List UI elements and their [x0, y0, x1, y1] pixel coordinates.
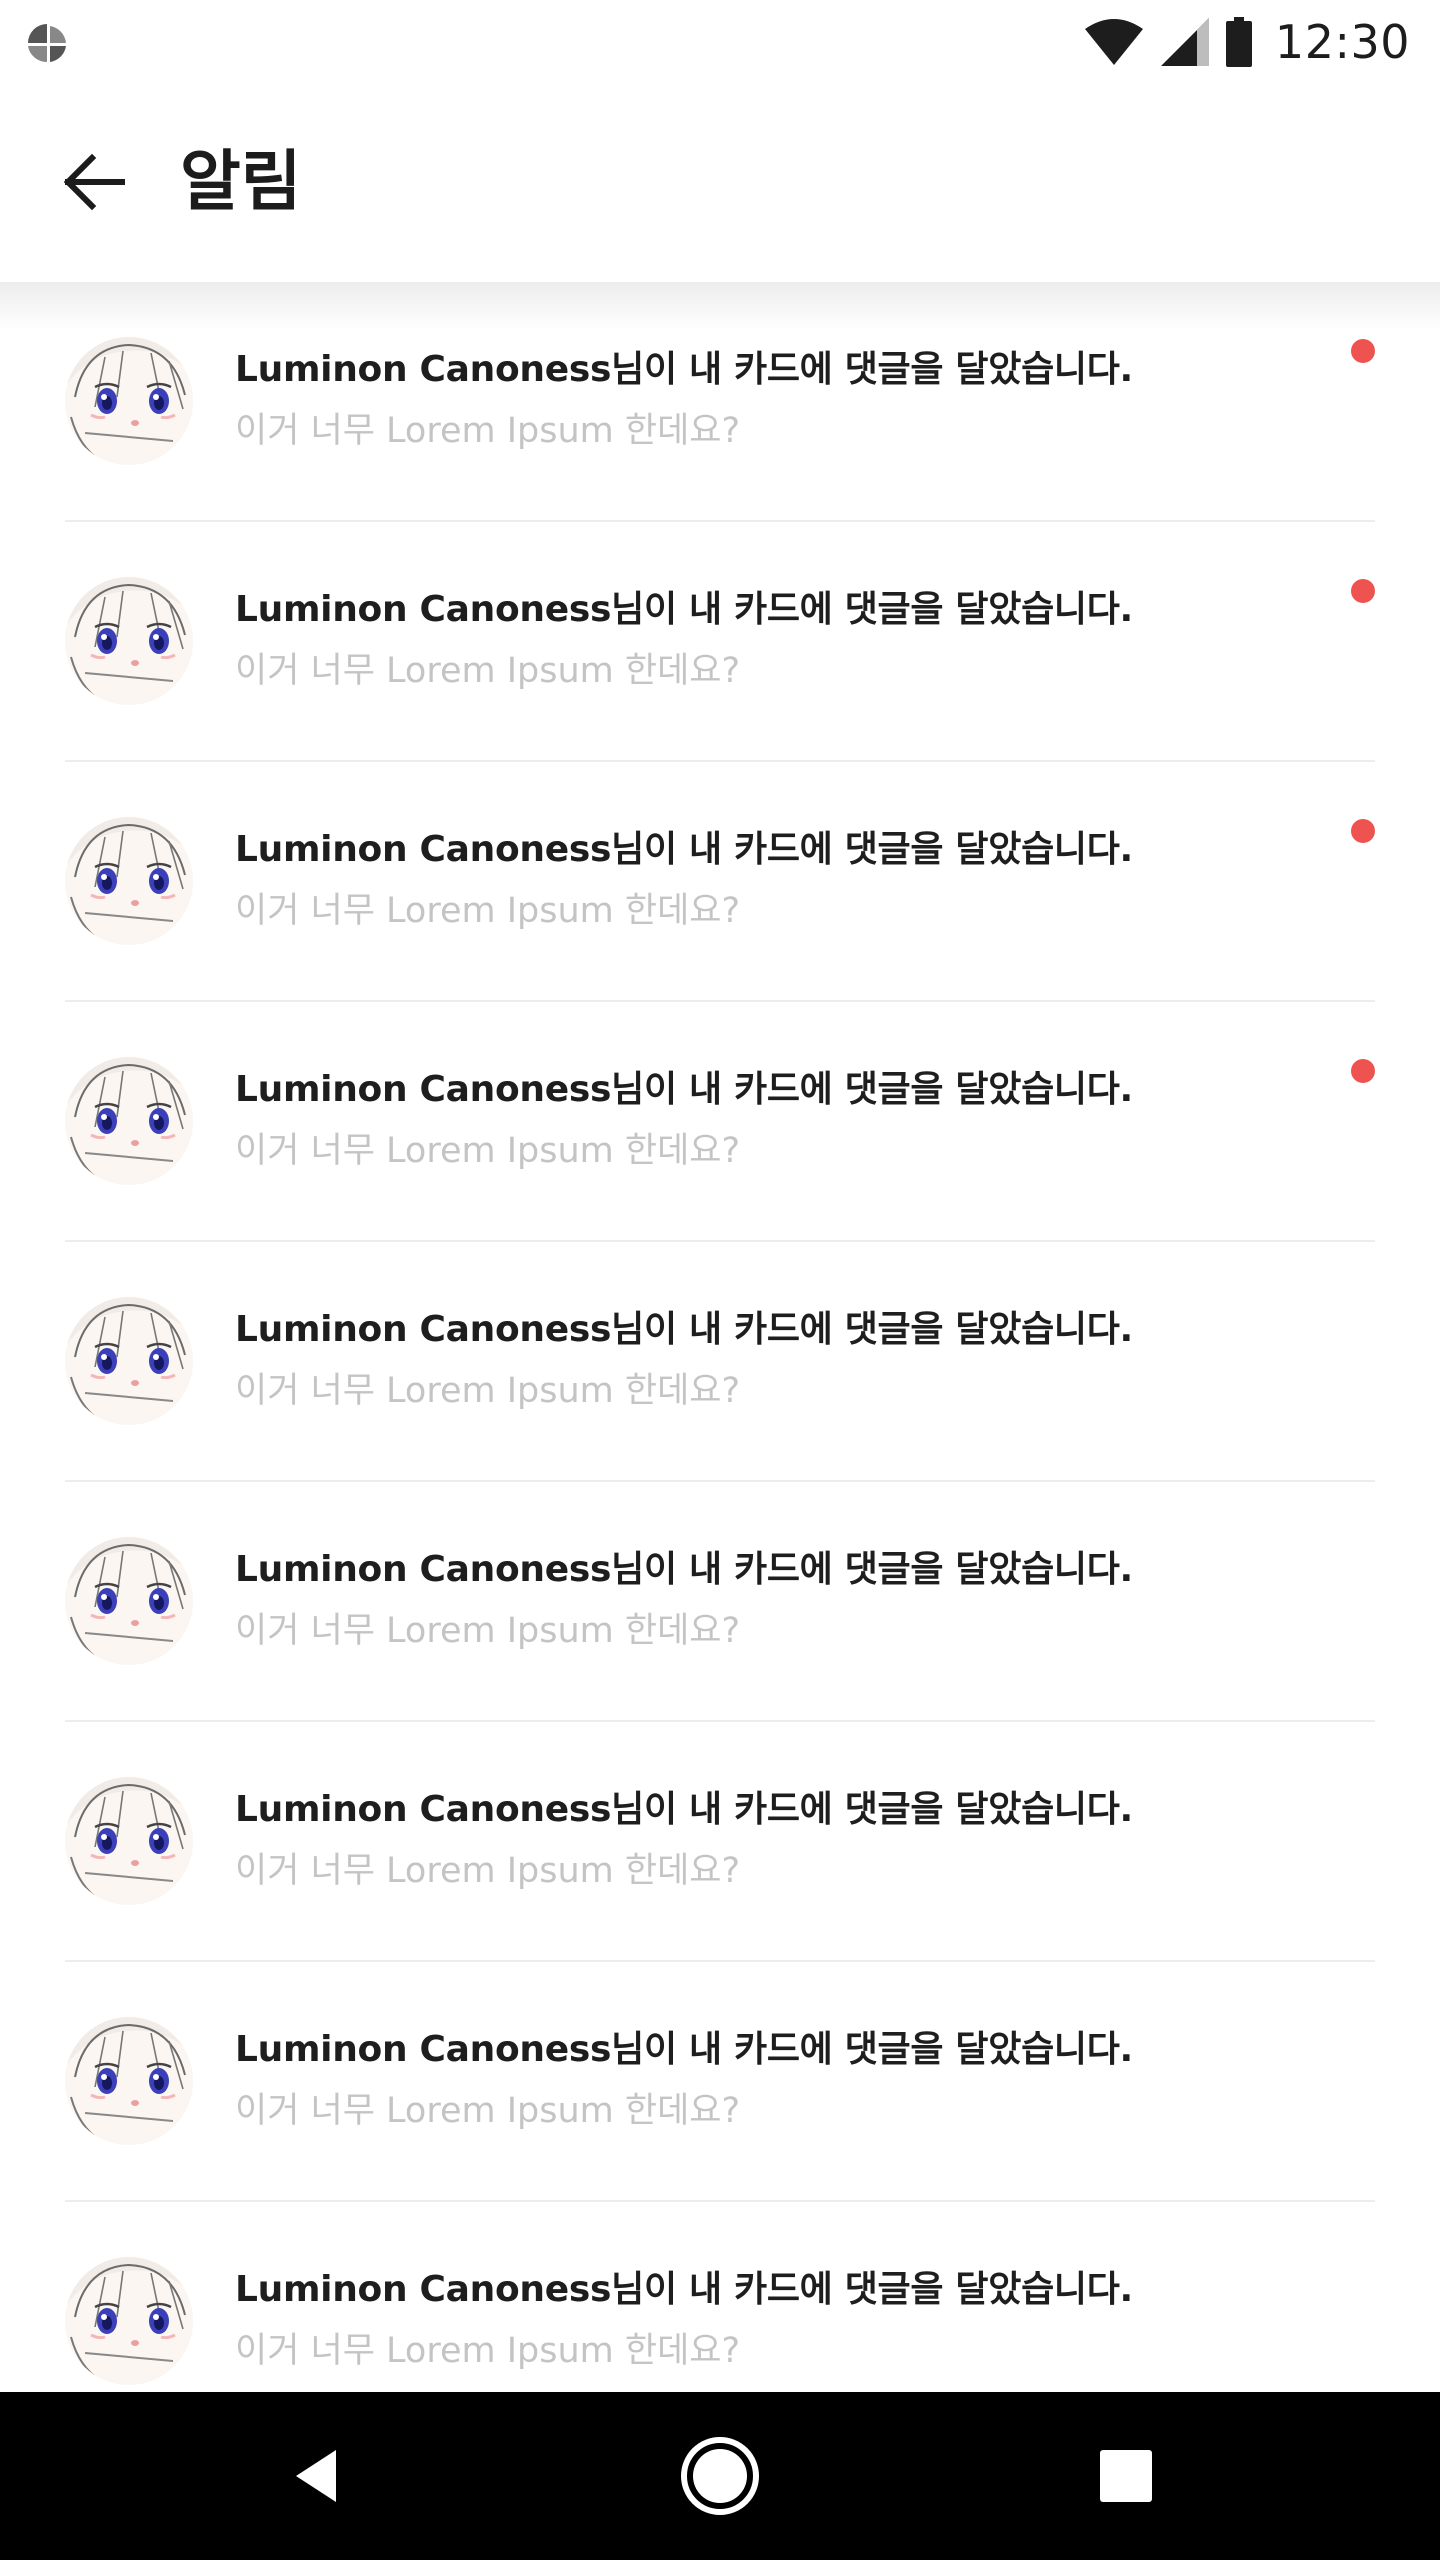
wifi-icon — [1084, 19, 1143, 65]
avatar — [65, 1057, 193, 1185]
avatar-image — [65, 1777, 193, 1905]
app-notification-icon — [28, 24, 66, 63]
notification-body: 이거 너무 Lorem Ipsum 한데요? — [235, 1131, 741, 1171]
notification-item[interactable]: Luminon Canoness님이 내 카드에 댓글을 달았습니다. 이거 너… — [65, 2202, 1375, 2392]
avatar-image — [65, 817, 193, 945]
avatar-image — [65, 1537, 193, 1665]
notification-item[interactable]: Luminon Canoness님이 내 카드에 댓글을 달았습니다. 이거 너… — [65, 1482, 1375, 1722]
notification-title: Luminon Canoness님이 내 카드에 댓글을 달았습니다. — [235, 829, 1133, 870]
battery-icon — [1225, 17, 1252, 67]
avatar — [65, 817, 193, 945]
notification-title: Luminon Canoness님이 내 카드에 댓글을 달았습니다. — [235, 349, 1133, 390]
notification-body: 이거 너무 Lorem Ipsum 한데요? — [235, 651, 741, 691]
notification-item[interactable]: Luminon Canoness님이 내 카드에 댓글을 달았습니다. 이거 너… — [65, 1962, 1375, 2202]
unread-dot — [1351, 1059, 1375, 1083]
notification-title: Luminon Canoness님이 내 카드에 댓글을 달았습니다. — [235, 1549, 1133, 1590]
notification-title: Luminon Canoness님이 내 카드에 댓글을 달았습니다. — [235, 1789, 1133, 1830]
notification-body: 이거 너무 Lorem Ipsum 한데요? — [235, 2091, 741, 2131]
status-icons: 12:30 — [1083, 12, 1410, 72]
nav-recents-button[interactable] — [1076, 2426, 1176, 2526]
nav-recents-icon — [1100, 2450, 1152, 2502]
app-bar: 알림 — [0, 84, 1440, 282]
page-title: 알림 — [180, 143, 302, 220]
status-time: 12:30 — [1274, 15, 1410, 69]
cell-signal-icon — [1160, 18, 1209, 66]
notification-item[interactable]: Luminon Canoness님이 내 카드에 댓글을 달았습니다. 이거 너… — [65, 522, 1375, 762]
nav-home-button[interactable] — [670, 2426, 770, 2526]
notification-body: 이거 너무 Lorem Ipsum 한데요? — [235, 411, 741, 451]
notification-title: Luminon Canoness님이 내 카드에 댓글을 달았습니다. — [235, 589, 1133, 630]
notification-item[interactable]: Luminon Canoness님이 내 카드에 댓글을 달았습니다. 이거 너… — [65, 1002, 1375, 1242]
notification-title: Luminon Canoness님이 내 카드에 댓글을 달았습니다. — [235, 2029, 1133, 2070]
avatar-image — [65, 2017, 193, 2145]
avatar — [65, 337, 193, 465]
notification-body: 이거 너무 Lorem Ipsum 한데요? — [235, 1371, 741, 1411]
avatar-image — [65, 1057, 193, 1185]
notification-body: 이거 너무 Lorem Ipsum 한데요? — [235, 891, 741, 931]
unread-dot — [1351, 819, 1375, 843]
avatar-image — [65, 1297, 193, 1425]
notification-item[interactable]: Luminon Canoness님이 내 카드에 댓글을 달았습니다. 이거 너… — [65, 1722, 1375, 1962]
avatar — [65, 2257, 193, 2385]
navigation-bar — [0, 2392, 1440, 2560]
notification-item[interactable]: Luminon Canoness님이 내 카드에 댓글을 달았습니다. 이거 너… — [65, 762, 1375, 1002]
avatar — [65, 1537, 193, 1665]
avatar — [65, 1777, 193, 1905]
avatar — [65, 577, 193, 705]
avatar-image — [65, 2257, 193, 2385]
status-bar: 12:30 — [0, 0, 1440, 84]
notification-list[interactable]: Luminon Canoness님이 내 카드에 댓글을 달았습니다. 이거 너… — [0, 282, 1440, 2392]
notification-item[interactable]: Luminon Canoness님이 내 카드에 댓글을 달았습니다. 이거 너… — [65, 1242, 1375, 1482]
avatar — [65, 1297, 193, 1425]
avatar-image — [65, 577, 193, 705]
unread-dot — [1351, 579, 1375, 603]
avatar — [65, 2017, 193, 2145]
nav-back-icon — [296, 2450, 336, 2502]
avatar-image — [65, 337, 193, 465]
app-bar-shadow — [0, 282, 1440, 330]
nav-home-icon — [681, 2437, 759, 2515]
arrow-left-icon — [63, 153, 125, 211]
notification-title: Luminon Canoness님이 내 카드에 댓글을 달았습니다. — [235, 1309, 1133, 1350]
notification-body: 이거 너무 Lorem Ipsum 한데요? — [235, 1611, 741, 1651]
nav-back-button[interactable] — [268, 2426, 368, 2526]
notification-title: Luminon Canoness님이 내 카드에 댓글을 달았습니다. — [235, 2269, 1133, 2310]
notification-body: 이거 너무 Lorem Ipsum 한데요? — [235, 2331, 741, 2371]
back-button[interactable] — [48, 136, 140, 228]
notification-title: Luminon Canoness님이 내 카드에 댓글을 달았습니다. — [235, 1069, 1133, 1110]
notification-body: 이거 너무 Lorem Ipsum 한데요? — [235, 1851, 741, 1891]
unread-dot — [1351, 339, 1375, 363]
